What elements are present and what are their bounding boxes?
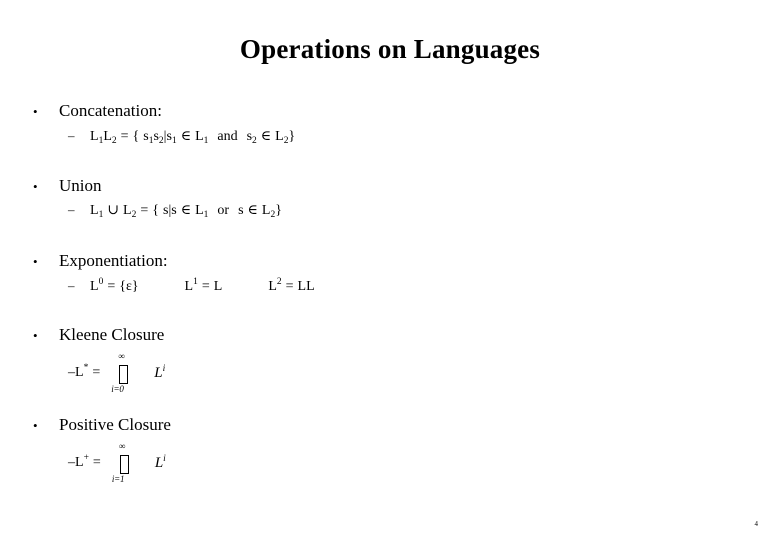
bullet-marker-icon: • bbox=[33, 418, 38, 433]
page-number: 4 bbox=[754, 520, 759, 528]
operator-term-kleene: Li bbox=[154, 364, 166, 381]
bullet-label-union: Union bbox=[59, 176, 102, 195]
bullet-item-exponentiation: • Exponentiation: bbox=[33, 250, 168, 273]
formula-union: L1 ∪ L2 ={s|s ∈ L1 or s ∈ L2} bbox=[90, 203, 282, 220]
sub-bullet-kleene-formula: –L* = ∞ i=0 Li bbox=[68, 351, 166, 394]
bullet-item-positive-closure: • Positive Closure bbox=[33, 414, 171, 437]
sub-bullet-marker-icon: – bbox=[68, 365, 75, 381]
formula-concatenation: L1L2 ={s1s2|s1 ∈ L1 and s2 ∈ L2} bbox=[90, 129, 296, 146]
bullet-marker-icon: • bbox=[33, 179, 38, 194]
bullet-item-concatenation: • Concatenation: bbox=[33, 100, 162, 123]
bullet-item-kleene-closure: • Kleene Closure bbox=[33, 324, 164, 347]
operator-lower-limit: i=0 bbox=[111, 384, 124, 394]
bullet-label-positive-closure: Positive Closure bbox=[59, 415, 171, 434]
bullet-marker-icon: • bbox=[33, 104, 38, 119]
bullet-label-exponentiation: Exponentiation: bbox=[59, 251, 168, 270]
missing-glyph-box-icon bbox=[119, 455, 129, 474]
operator-upper-limit: ∞ bbox=[118, 351, 125, 361]
sub-bullet-positive-formula: –L+ = ∞ i=1 Li bbox=[68, 441, 166, 484]
formula-exponent-two: L2 = LL bbox=[268, 277, 315, 294]
missing-glyph-box-icon bbox=[119, 365, 129, 384]
operator-term-positive: Li bbox=[154, 454, 166, 471]
operator-upper-limit: ∞ bbox=[118, 441, 125, 451]
bullet-item-union: • Union bbox=[33, 175, 102, 198]
formula-positive-closure: L+ = ∞ i=1 Li bbox=[75, 441, 166, 484]
big-union-operator-icon: ∞ i=0 bbox=[109, 352, 143, 394]
formula-exponent-one: L1 = L bbox=[184, 277, 223, 294]
sub-bullet-union-formula: – L1 ∪ L2 ={s|s ∈ L1 or s ∈ L2} bbox=[68, 200, 282, 221]
operator-lower-limit: i=1 bbox=[111, 474, 125, 484]
bullet-marker-icon: • bbox=[33, 254, 38, 269]
bullet-label-concatenation: Concatenation: bbox=[59, 101, 162, 120]
sub-bullet-marker-icon: – bbox=[68, 202, 75, 217]
formula-exponent-zero: L0 = {ε} bbox=[90, 277, 139, 294]
sub-bullet-marker-icon: – bbox=[68, 128, 75, 143]
big-union-operator-icon: ∞ i=1 bbox=[110, 442, 144, 484]
formula-kleene-closure: L* = ∞ i=0 Li bbox=[75, 351, 166, 394]
sub-bullet-concatenation-formula: – L1L2 ={s1s2|s1 ∈ L1 and s2 ∈ L2} bbox=[68, 126, 295, 147]
sub-bullet-marker-icon: – bbox=[68, 278, 75, 293]
page-title: Operations on Languages bbox=[239, 34, 541, 64]
bullet-label-kleene-closure: Kleene Closure bbox=[59, 325, 165, 344]
slide-canvas: Operations on Languages • Concatenation: … bbox=[0, 0, 780, 540]
sub-bullet-exponentiation-formulas: – L0 = {ε} L1 = L L2 = LL bbox=[68, 276, 315, 297]
sub-bullet-marker-icon: – bbox=[68, 455, 75, 471]
bullet-marker-icon: • bbox=[33, 328, 38, 343]
